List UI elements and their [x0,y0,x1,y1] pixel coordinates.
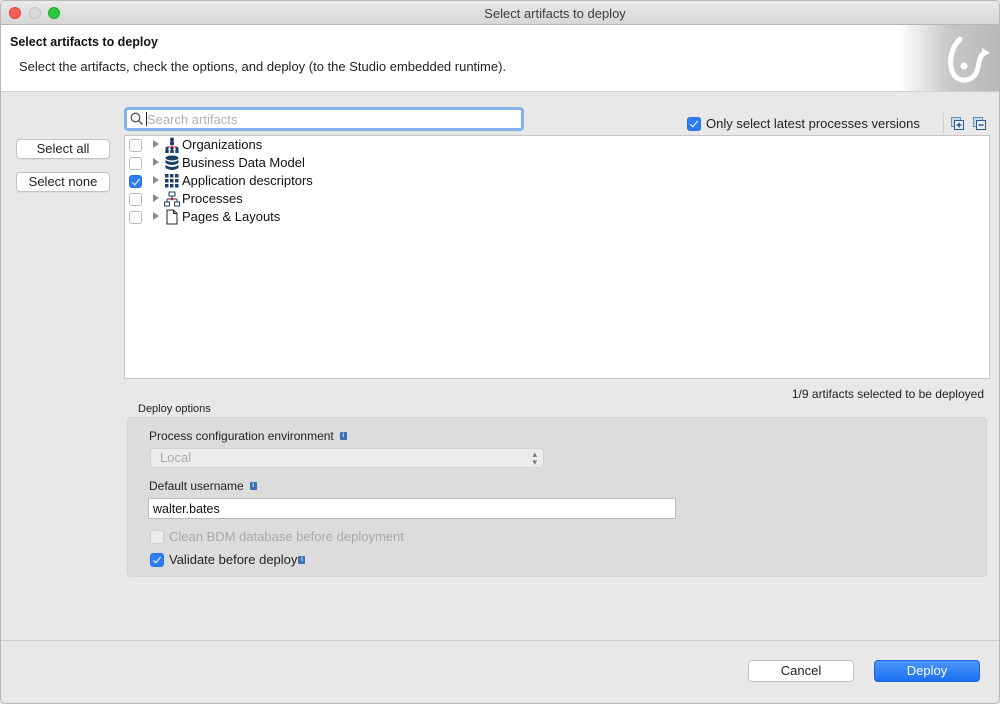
logo-banner [899,25,999,91]
tree-item-pages-layouts[interactable]: Pages & Layouts [125,208,989,226]
footer-separator [1,640,999,641]
tree-item-label: Organizations [182,137,263,152]
environment-label: Process configuration environment i [149,429,347,443]
deploy-dialog: Select artifacts to deploy Select artifa… [0,0,1000,704]
expand-arrow-icon[interactable] [153,194,159,202]
tree-item-checkbox[interactable] [129,175,142,188]
clean-bdm-checkbox [150,529,164,544]
expand-all-icon[interactable] [951,117,964,130]
tree-item-checkbox[interactable] [129,193,142,206]
expand-arrow-icon[interactable] [153,140,159,148]
toolbar-separator [943,113,944,133]
search-icon [130,112,144,126]
deploy-options-legend: Deploy options [138,403,211,415]
validate-option[interactable]: Validate before deploy i [150,552,306,567]
page-icon [166,209,178,225]
only-latest-label: Only select latest processes versions [706,116,920,131]
tree-item-label: Processes [182,191,243,206]
tree-item-label: Pages & Layouts [182,209,281,224]
artifact-tree[interactable]: Organizations Business Data Model Applic… [124,135,990,379]
bonita-logo-icon [948,36,990,83]
tree-item-processes[interactable]: Processes [125,190,989,208]
database-icon [165,155,179,170]
info-icon[interactable]: i [249,482,257,490]
tree-item-label: Application descriptors [182,173,313,188]
grid-icon [165,174,179,188]
expand-arrow-icon[interactable] [153,176,159,184]
deploy-options-group: Process configuration environment i Loca… [127,417,987,577]
clean-bdm-option: Clean BDM database before deployment [150,529,404,544]
selection-count: 1/9 artifacts selected to be deployed [791,387,984,401]
expand-arrow-icon[interactable] [153,158,159,166]
organization-icon [165,137,179,153]
deploy-button[interactable]: Deploy [874,660,980,682]
environment-label-text: Process configuration environment [149,429,334,443]
only-latest-checkbox[interactable] [687,116,701,131]
info-icon[interactable]: i [339,432,347,440]
username-input[interactable] [148,498,676,519]
tree-item-checkbox[interactable] [129,139,142,152]
dialog-header: Select artifacts to deploy Select the ar… [1,25,999,92]
tree-item-checkbox[interactable] [129,211,142,224]
clean-bdm-label: Clean BDM database before deployment [169,529,404,544]
tree-item-organizations[interactable]: Organizations [125,136,989,154]
info-icon[interactable]: i [298,555,306,564]
select-arrows-icon: ▴ ▾ [532,449,537,467]
process-diagram-icon [164,191,180,207]
only-latest-option[interactable]: Only select latest processes versions [687,116,920,131]
title-bar: Select artifacts to deploy [1,1,999,25]
search-input[interactable] [147,111,507,127]
username-label-text: Default username [149,479,244,493]
tree-item-checkbox[interactable] [129,157,142,170]
validate-checkbox[interactable] [150,552,164,567]
search-field[interactable] [124,107,524,131]
header-title: Select artifacts to deploy [10,35,158,49]
cancel-button[interactable]: Cancel [748,660,854,682]
tree-item-business-data-model[interactable]: Business Data Model [125,154,989,172]
username-label: Default username i [149,479,257,493]
collapse-all-icon[interactable] [973,117,986,130]
header-description: Select the artifacts, check the options,… [19,59,507,74]
tree-item-label: Business Data Model [182,155,305,170]
expand-arrow-icon[interactable] [153,212,159,220]
tree-item-application-descriptors[interactable]: Application descriptors [125,172,989,190]
environment-select-value: Local [160,450,192,465]
environment-select: Local ▴ ▾ [150,448,544,468]
window-title: Select artifacts to deploy [484,6,626,21]
select-none-button[interactable]: Select none [16,172,110,192]
validate-label: Validate before deploy [169,552,298,567]
select-all-button[interactable]: Select all [16,139,110,159]
